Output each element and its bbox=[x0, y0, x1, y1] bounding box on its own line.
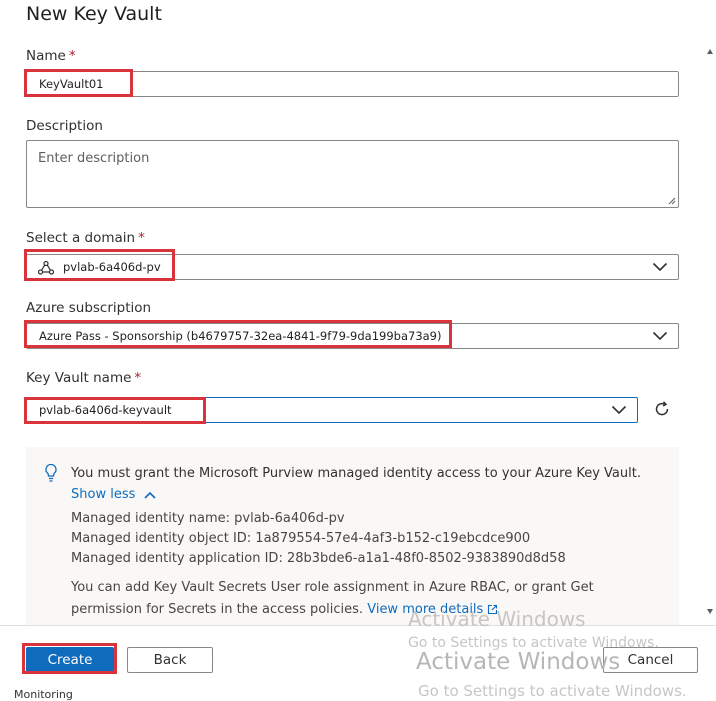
info-message: You must grant the Microsoft Purview man… bbox=[71, 466, 641, 481]
description-label: Description bbox=[26, 118, 103, 134]
lightbulb-icon bbox=[45, 463, 57, 482]
domain-icon bbox=[37, 260, 55, 275]
identity-app-id: Managed identity application ID: 28b3bde… bbox=[71, 551, 566, 566]
domain-value: pvlab-6a406d-pv bbox=[63, 260, 161, 274]
scroll-down-icon bbox=[707, 609, 713, 614]
cancel-button[interactable]: Cancel bbox=[603, 647, 698, 673]
keyvault-value: pvlab-6a406d-keyvault bbox=[39, 403, 172, 417]
required-marker: * bbox=[134, 370, 142, 386]
chevron-down-icon bbox=[652, 331, 668, 341]
info-box: You must grant the Microsoft Purview man… bbox=[26, 447, 679, 627]
bottom-strip bbox=[0, 688, 716, 698]
panel-title: New Key Vault bbox=[26, 3, 162, 25]
refresh-icon[interactable] bbox=[652, 399, 672, 419]
keyvault-label: Key Vault name * bbox=[26, 370, 141, 386]
description-textarea[interactable]: Enter description bbox=[26, 140, 679, 208]
required-marker: * bbox=[138, 230, 145, 246]
external-link-icon bbox=[488, 604, 498, 615]
subscription-label: Azure subscription bbox=[26, 300, 152, 316]
view-more-text: View more details bbox=[367, 602, 484, 617]
rbac-text-line1: You can add Key Vault Secrets User role … bbox=[71, 580, 594, 595]
subscription-value: Azure Pass - Sponsorship (b4679757-32ea-… bbox=[39, 329, 442, 343]
keyvault-dropdown[interactable]: pvlab-6a406d-keyvault bbox=[26, 397, 638, 423]
subscription-dropdown[interactable]: Azure Pass - Sponsorship (b4679757-32ea-… bbox=[26, 323, 679, 349]
chevron-up-icon bbox=[143, 491, 156, 499]
name-input[interactable]: KeyVault01 bbox=[26, 71, 679, 97]
show-less-text: Show less bbox=[71, 487, 136, 502]
domain-label-text: Select a domain bbox=[26, 230, 136, 246]
chevron-down-icon bbox=[611, 405, 627, 415]
vertical-scrollbar[interactable] bbox=[704, 44, 716, 624]
name-label: Name * bbox=[26, 48, 76, 64]
monitoring-nav-item[interactable]: Monitoring bbox=[14, 688, 73, 701]
domain-label: Select a domain * bbox=[26, 230, 145, 246]
show-less-link[interactable]: Show less bbox=[71, 487, 156, 502]
identity-name: Managed identity name: pvlab-6a406d-pv bbox=[71, 511, 345, 526]
back-button[interactable]: Back bbox=[127, 647, 213, 673]
keyvault-label-text: Key Vault name bbox=[26, 370, 132, 386]
view-more-details-link[interactable]: View more details bbox=[367, 602, 498, 617]
resize-grip-icon[interactable] bbox=[668, 197, 676, 205]
description-placeholder: Enter description bbox=[38, 151, 150, 166]
rbac-text-line2: permission for Secrets in the access pol… bbox=[71, 602, 498, 617]
identity-object-id: Managed identity object ID: 1a879554-57e… bbox=[71, 531, 531, 546]
required-marker: * bbox=[68, 48, 76, 64]
chevron-down-icon bbox=[652, 262, 668, 272]
create-button[interactable]: Create bbox=[26, 647, 114, 673]
name-label-text: Name bbox=[26, 48, 66, 64]
domain-dropdown[interactable]: pvlab-6a406d-pv bbox=[26, 254, 679, 280]
name-input-value: KeyVault01 bbox=[39, 77, 104, 91]
rbac-text-line2-body: permission for Secrets in the access pol… bbox=[71, 602, 364, 617]
scroll-up-icon bbox=[707, 49, 713, 54]
